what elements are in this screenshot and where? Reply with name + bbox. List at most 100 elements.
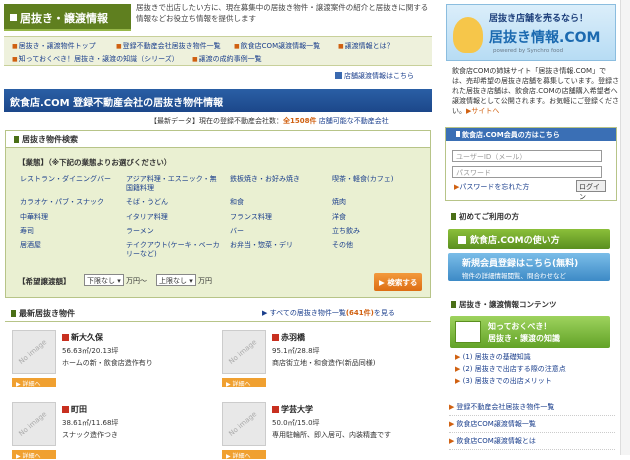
- detail-button[interactable]: ▶ 詳細へ: [222, 378, 266, 388]
- company-link[interactable]: 店舗可能な不動産会社: [319, 117, 389, 125]
- content-heading: 居抜き・譲渡情報コンテンツ: [445, 297, 617, 311]
- category-link[interactable]: 焼肉: [332, 198, 428, 207]
- listing-thumbnail[interactable]: No image: [12, 330, 56, 374]
- unit-from: 万円〜: [126, 277, 147, 285]
- banner-sub: powered by Synchro food: [493, 48, 564, 54]
- sell-store-banner[interactable]: 居抜き店舗を売るなら！ 居抜き情報.COM powered by Synchro…: [446, 4, 616, 61]
- min-price-value: 下限なし: [87, 277, 115, 285]
- listing-name[interactable]: 学芸大学: [272, 404, 313, 415]
- knowledge-link-label: (1) 居抜きの基礎知識: [462, 353, 531, 361]
- listing-name[interactable]: 町田: [62, 404, 87, 415]
- all-link-count: (641件): [345, 309, 374, 317]
- nav-label: 譲渡情報とは？: [344, 42, 394, 50]
- password-input[interactable]: パスワード: [452, 166, 602, 178]
- related-link[interactable]: ▶ 飲食店COM譲渡情報とは: [449, 436, 615, 450]
- knowledge-link[interactable]: ▶ (3) 居抜きでの出店メリット: [455, 376, 552, 386]
- knowledge-link-label: (3) 居抜きでの出店メリット: [462, 377, 552, 385]
- arrow-icon: ■: [234, 43, 240, 50]
- nav-item-top[interactable]: ■居抜き・譲渡物件トップ: [12, 41, 96, 51]
- category-link[interactable]: 和食: [230, 198, 326, 207]
- listing-thumbnail[interactable]: No image: [12, 402, 56, 446]
- nav-bar: ■居抜き・譲渡物件トップ ■登録不動産会社居抜き物件一覧 ■飲食店COM譲渡情報…: [4, 36, 432, 66]
- location-pin-icon: [62, 406, 69, 413]
- site-link[interactable]: ▶サイトへ: [466, 107, 499, 115]
- forgot-label: パスワードを忘れた方: [459, 183, 530, 191]
- listing-thumbnail[interactable]: No image: [222, 330, 266, 374]
- section-square-icon: [11, 310, 16, 317]
- scrollbar[interactable]: [620, 0, 630, 455]
- sister-site-about: 飲食店COMの姉妹サイト「居抜き情報.COM」では、売却希望の居抜き店舗を募集し…: [452, 66, 620, 116]
- category-link[interactable]: テイクアウト(ケーキ・ベーカリーなど): [126, 241, 222, 259]
- category-link[interactable]: 喫茶・軽食(カフェ): [332, 175, 428, 184]
- listing-name-text: 町田: [71, 405, 87, 414]
- first-time-heading-text: 初めてご利用の方: [459, 212, 519, 221]
- nav-item-cases[interactable]: ■譲渡の成約事例一覧: [192, 54, 262, 64]
- category-link[interactable]: 立ち飲み: [332, 227, 428, 236]
- category-link[interactable]: 鉄板焼き・お好み焼き: [230, 175, 326, 184]
- banner-title: 居抜き店舗を売るなら！: [489, 14, 589, 24]
- no-image-label: No image: [227, 410, 259, 438]
- listing-description: 専用駐輪所、即入居可、内装精査です: [272, 431, 391, 439]
- nav-label: 知っておくべき！居抜き・譲渡の知識（シリーズ）: [18, 55, 179, 63]
- related-link[interactable]: ▶ 登録不動産会社居抜き物件一覧: [449, 402, 615, 416]
- guide-button[interactable]: 飲食店.COMの使い方: [448, 229, 610, 249]
- category-link[interactable]: 洋食: [332, 213, 428, 222]
- latest-label: 【最新データ】現在の登録不動産会社数：: [150, 117, 283, 125]
- related-link[interactable]: ▶ 飲食店COM譲渡情報一覧: [449, 419, 615, 433]
- category-link[interactable]: そば・うどん: [126, 198, 222, 207]
- knowledge-banner[interactable]: 知っておくべき！ 居抜き・譲渡の知識: [450, 316, 610, 348]
- category-link[interactable]: アジア料理・エスニック・無国籍料理: [126, 175, 222, 193]
- forgot-password-link[interactable]: ▶パスワードを忘れた方: [454, 182, 529, 192]
- knowledge-title-1: 知っておくべき！: [488, 322, 552, 331]
- category-link[interactable]: フランス料理: [230, 213, 326, 222]
- banner-logo: 居抜き情報.COM: [489, 30, 601, 46]
- listing-area: 38.61㎡/11.68坪: [62, 419, 119, 427]
- nav-item-registered[interactable]: ■登録不動産会社居抜き物件一覧: [116, 41, 221, 51]
- knowledge-link[interactable]: ▶ (2) 居抜きで出店する際の注意点: [455, 364, 566, 374]
- related-link-label: 飲食店COM譲渡情報とは: [456, 437, 536, 445]
- knowledge-link[interactable]: ▶ (1) 居抜きの基礎知識: [455, 352, 531, 362]
- user-id-input[interactable]: ユーザーID（メール）: [452, 150, 602, 162]
- listing-name[interactable]: 赤羽橋: [272, 332, 305, 343]
- page-title: 居抜き・譲渡情報: [4, 4, 131, 31]
- category-link[interactable]: 居酒屋: [20, 241, 116, 250]
- nav-item-knowledge[interactable]: ■知っておくべき！居抜き・譲渡の知識（シリーズ）: [12, 54, 179, 64]
- listing-thumbnail[interactable]: No image: [222, 402, 266, 446]
- detail-button[interactable]: ▶ 詳細へ: [12, 378, 56, 388]
- location-pin-icon: [62, 334, 69, 341]
- guide-label: 飲食店.COMの使い方: [470, 236, 560, 246]
- category-link[interactable]: 寿司: [20, 227, 116, 236]
- category-link[interactable]: レストラン・ダイニングバー: [20, 175, 116, 184]
- min-price-select[interactable]: 下限なし ▾: [84, 274, 124, 286]
- listing-name[interactable]: 新大久保: [62, 332, 103, 343]
- knowledge-title-2: 居抜き・譲渡の知識: [488, 334, 560, 343]
- all-listings-link[interactable]: ▶ すべての居抜き物件一覧(641件)を見る: [262, 308, 395, 318]
- listing-area: 95.1㎡/28.8坪: [272, 347, 320, 355]
- listing-area: 56.63㎡/20.13坪: [62, 347, 119, 355]
- listing-description: 商店街立地・和食造作(新品同様): [272, 359, 376, 367]
- content-heading-text: 居抜き・譲渡情報コンテンツ: [459, 300, 557, 309]
- no-image-label: No image: [17, 410, 49, 438]
- category-link[interactable]: カラオケ・パブ・スナック: [20, 198, 116, 207]
- category-link[interactable]: お弁当・惣菜・デリ: [230, 241, 326, 250]
- register-sub: 物件の詳細情報閲覧、問合わせなど: [462, 272, 566, 280]
- member-heading-text: 飲食店.COM会員の方はこちら: [462, 131, 560, 139]
- category-link[interactable]: イタリア料理: [126, 213, 222, 222]
- transfer-info-label: 店舗譲渡情報はこちら: [344, 72, 414, 80]
- register-button[interactable]: 新規会員登録はこちら(無料) 物件の詳細情報閲覧、問合わせなど: [448, 253, 610, 281]
- max-price-select[interactable]: 上限なし ▾: [156, 274, 196, 286]
- search-button[interactable]: ▶ 検索する: [374, 273, 422, 291]
- nav-item-about-transfer[interactable]: ■譲渡情報とは？: [338, 41, 394, 51]
- related-link-label: 飲食店COM譲渡情報一覧: [456, 420, 536, 428]
- nav-item-transfer-list[interactable]: ■飲食店COM譲渡情報一覧: [234, 41, 320, 51]
- category-link[interactable]: バー: [230, 227, 326, 236]
- category-link[interactable]: 中華料理: [20, 213, 116, 222]
- login-button[interactable]: ログイン: [576, 180, 606, 201]
- transfer-info-link[interactable]: 店舗譲渡情報はこちら: [335, 71, 414, 81]
- nav-label: 譲渡の成約事例一覧: [198, 55, 262, 63]
- search-panel: 居抜き物件検索 【業態】（※下記の業態よりお選びください） 【希望譲渡額】 下限…: [5, 130, 431, 298]
- listing-description: ホームの新・飲食店造作有り: [62, 359, 153, 367]
- category-link[interactable]: その他: [332, 241, 428, 250]
- unit-to: 万円: [198, 277, 212, 285]
- category-link[interactable]: ラーメン: [126, 227, 222, 236]
